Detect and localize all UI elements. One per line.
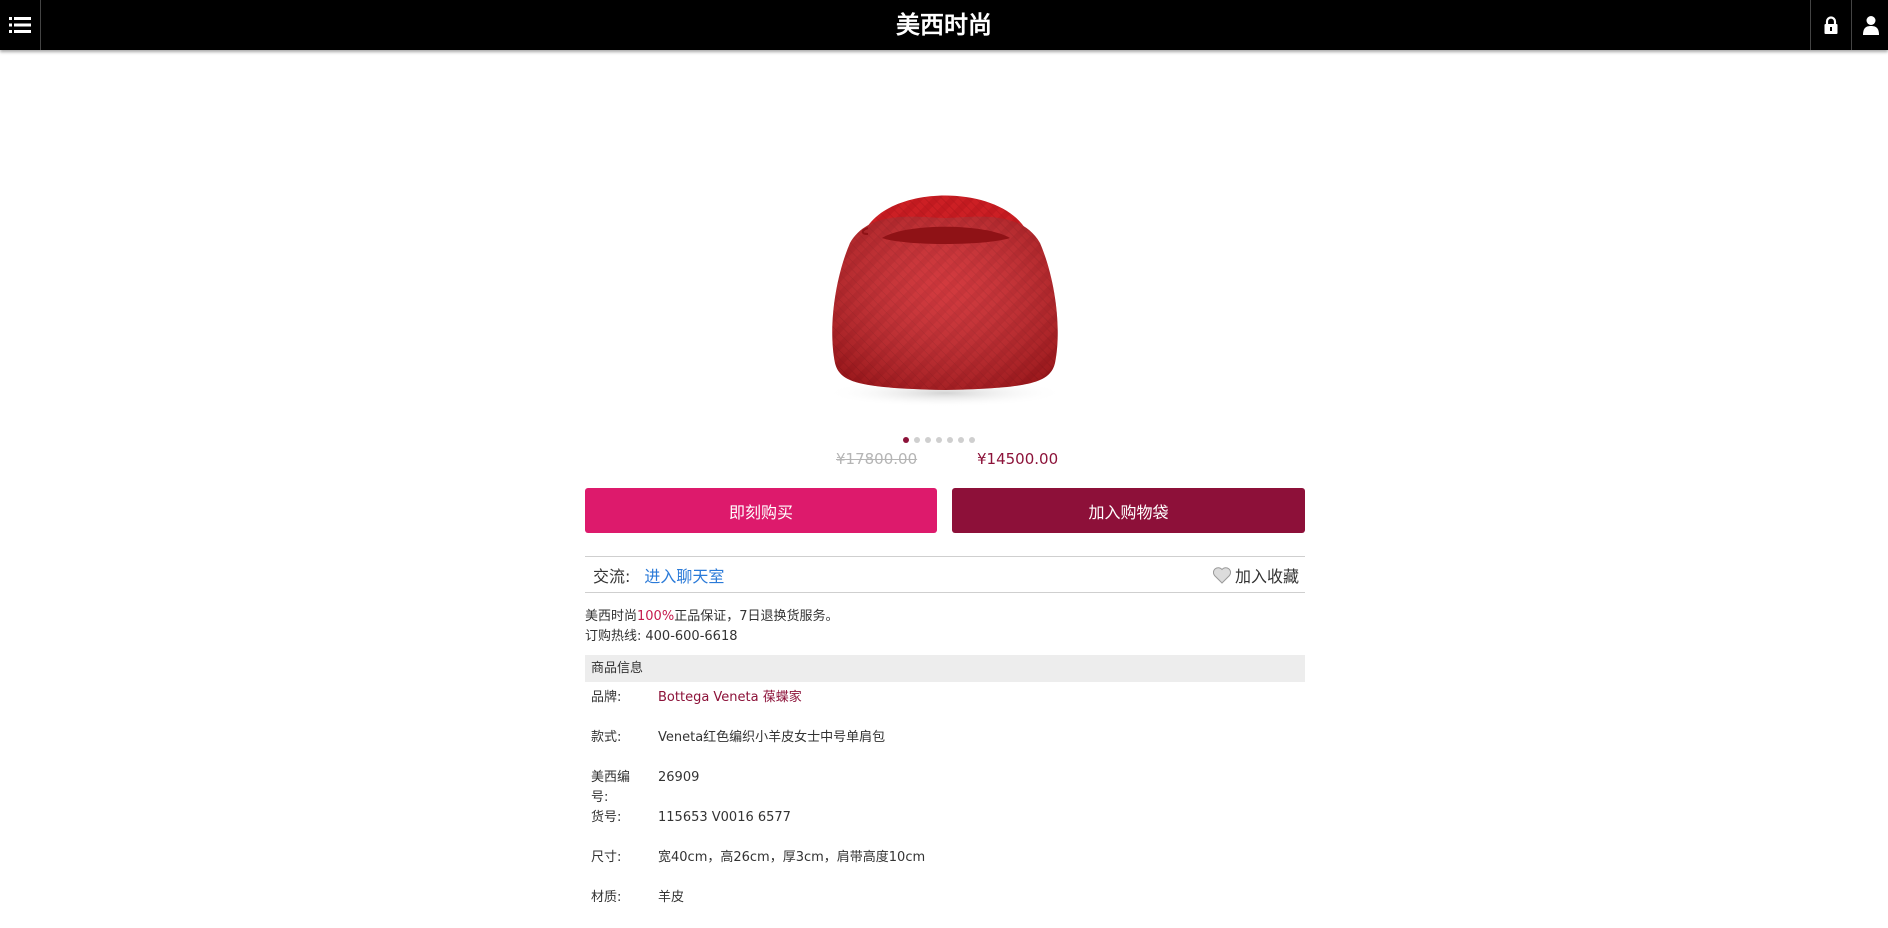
carousel-dot[interactable] xyxy=(925,437,931,443)
detail-label: 品牌: xyxy=(591,690,622,705)
chat-room-link[interactable]: 进入聊天室 xyxy=(644,563,724,587)
detail-value: 26909 xyxy=(658,770,700,785)
carousel-dot[interactable] xyxy=(947,437,953,443)
product-image[interactable] xyxy=(810,168,1080,408)
carousel-dot[interactable] xyxy=(936,437,942,443)
site-title[interactable]: 美西时尚 xyxy=(0,0,1888,50)
carousel-dot[interactable] xyxy=(969,437,975,443)
carousel-dot[interactable] xyxy=(903,437,909,443)
lock-icon xyxy=(1824,15,1838,34)
heart-icon xyxy=(1212,566,1232,584)
original-price: ¥17800.00 xyxy=(836,450,918,468)
user-icon xyxy=(1862,16,1879,35)
user-button[interactable] xyxy=(1851,0,1888,50)
detail-row-sku: 货号: 115653 V0016 6577 xyxy=(585,808,1305,848)
detail-label: 尺寸: xyxy=(591,850,622,865)
detail-value: 羊皮 xyxy=(658,890,685,905)
lock-button[interactable] xyxy=(1810,0,1851,50)
hotline-number: 400-600-6618 xyxy=(645,629,738,644)
detail-value: 115653 V0016 6577 xyxy=(658,810,791,825)
detail-label: 材质: xyxy=(591,890,622,905)
guarantee-prefix: 美西时尚 xyxy=(585,609,638,624)
detail-label: 款式: xyxy=(591,730,622,745)
brand-link[interactable]: Bottega Veneta 葆蝶家 xyxy=(658,688,802,708)
hotline-text: 订购热线: 400-600-6618 xyxy=(585,625,737,644)
sale-price: ¥14500.00 xyxy=(977,450,1059,468)
top-bar: 美西时尚 xyxy=(0,0,1888,50)
detail-row-size: 尺寸: 宽40cm，高26cm，厚3cm，肩带高度10cm xyxy=(585,848,1305,888)
detail-label: 货号: xyxy=(591,810,622,825)
chat-label: 交流: xyxy=(593,566,631,586)
add-to-bag-button[interactable]: 加入购物袋 xyxy=(952,488,1305,533)
guarantee-suffix: 正品保证，7日退换货服务。 xyxy=(674,609,839,624)
guarantee-highlight: 100% xyxy=(637,609,675,624)
detail-row-material: 材质: 羊皮 xyxy=(585,888,1305,928)
detail-row-id: 美西编号: 26909 xyxy=(585,768,1305,808)
detail-label: 美西编号: xyxy=(591,770,631,805)
detail-row-brand: 品牌: Bottega Veneta 葆蝶家 xyxy=(585,688,1305,728)
favorite-label: 加入收藏 xyxy=(1234,566,1299,586)
detail-value: 宽40cm，高26cm，厚3cm，肩带高度10cm xyxy=(658,850,926,865)
add-favorite-button[interactable]: 加入收藏 xyxy=(1212,563,1299,587)
guarantee-text: 美西时尚100%正品保证，7日退换货服务。 xyxy=(585,605,838,624)
image-carousel-dots xyxy=(903,437,975,445)
carousel-dot[interactable] xyxy=(914,437,920,443)
section-title: 商品信息 xyxy=(591,661,644,676)
hotline-label: 订购热线: xyxy=(585,629,642,644)
carousel-dot[interactable] xyxy=(958,437,964,443)
product-info-header: 商品信息 xyxy=(585,655,1305,682)
detail-row-style: 款式: Veneta红色编织小羊皮女士中号单肩包 xyxy=(585,728,1305,768)
chat-row: 交流: 进入聊天室 加入收藏 xyxy=(585,556,1305,593)
buy-now-button[interactable]: 即刻购买 xyxy=(585,488,937,533)
detail-value: Veneta红色编织小羊皮女士中号单肩包 xyxy=(658,730,886,745)
